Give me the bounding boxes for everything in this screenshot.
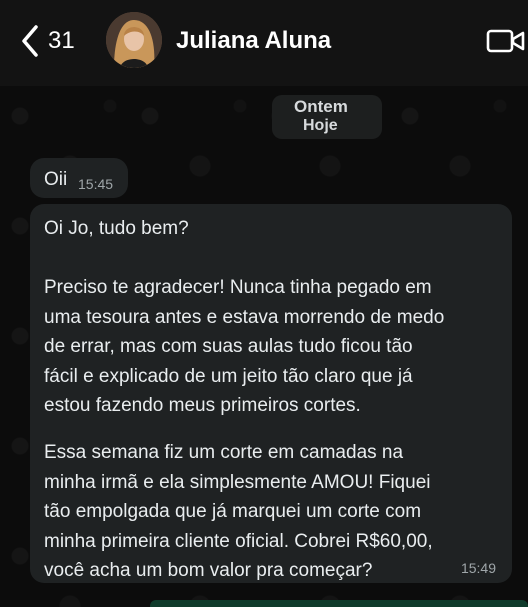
chevron-left-icon	[20, 24, 40, 58]
date-label-today: Hoje	[303, 117, 338, 134]
message-bubble[interactable]: Oi Jo, tudo bem? Preciso te agradecer! N…	[30, 204, 512, 583]
message-time: 15:45	[78, 176, 114, 192]
message-text: Oi Jo, tudo bem?	[44, 218, 189, 239]
back-button[interactable]: 31	[20, 24, 75, 58]
chat-header: 31 Juliana Aluna	[0, 0, 528, 86]
message-time: 15:49	[460, 560, 496, 576]
avatar[interactable]	[106, 12, 162, 68]
composer-edge	[150, 600, 528, 607]
contact-name[interactable]: Juliana Aluna	[176, 27, 331, 55]
video-call-button[interactable]	[486, 28, 526, 54]
message-text: Essa semana fiz um corte em camadas na m…	[44, 442, 433, 581]
unread-count: 31	[48, 27, 75, 54]
message-text: Preciso te agradecer! Nunca tinha pegado…	[44, 277, 445, 416]
message-bubble[interactable]: Oii 15:45	[30, 158, 128, 198]
date-label-yesterday: Ontem	[294, 97, 348, 116]
message-text: Oii	[44, 169, 68, 190]
video-camera-icon	[486, 28, 526, 54]
